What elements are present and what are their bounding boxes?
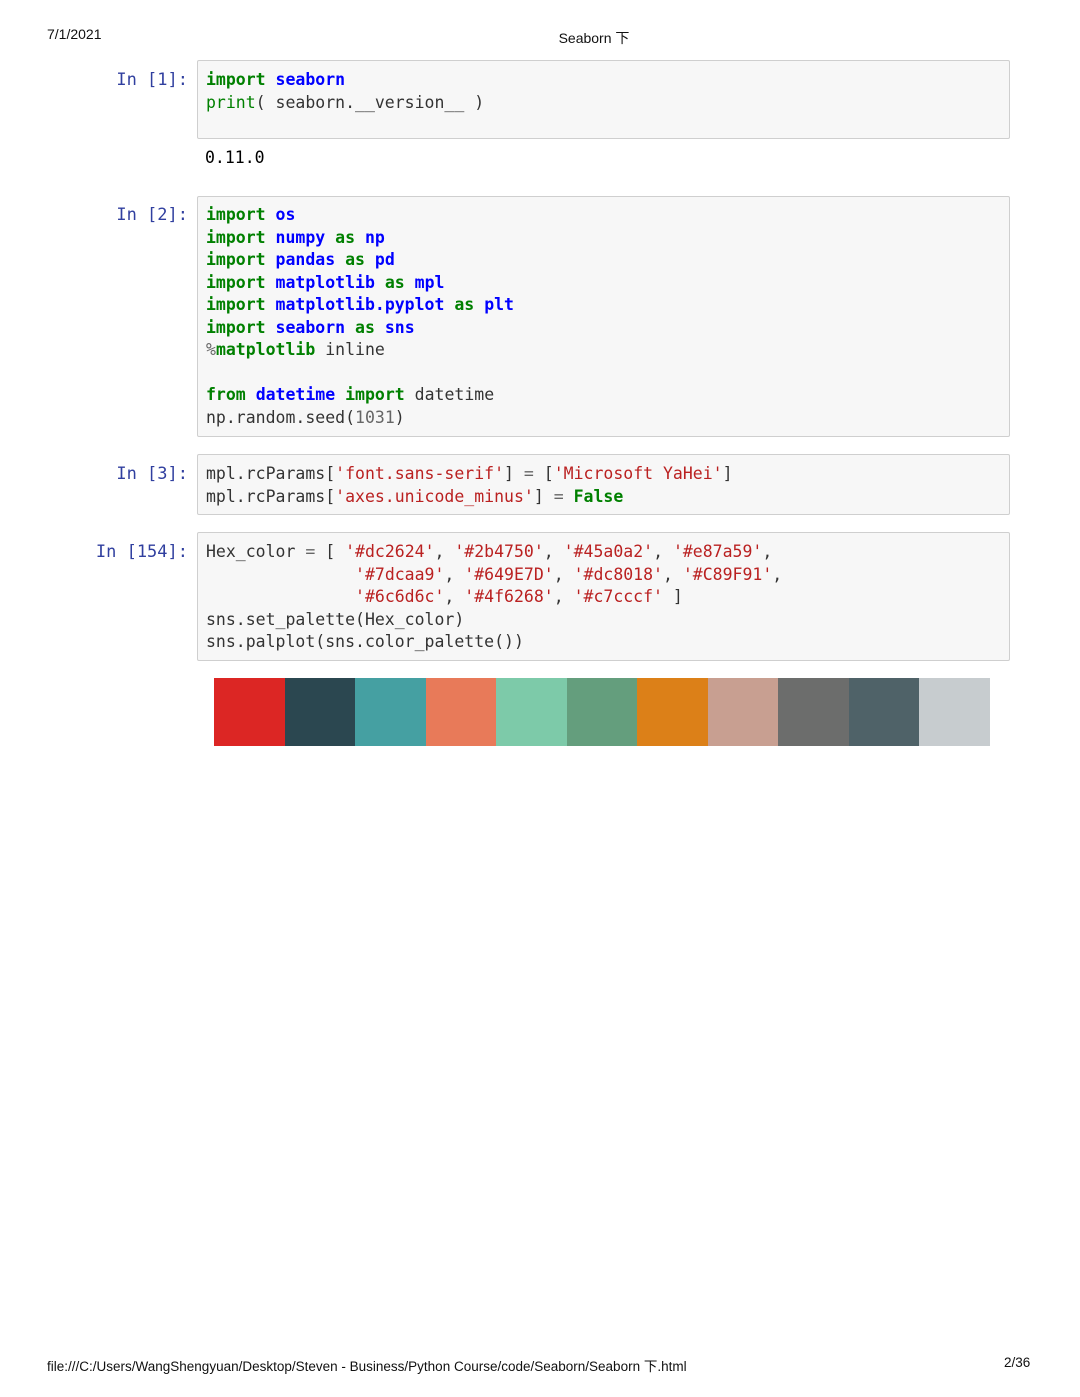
palette-swatch-6 xyxy=(566,678,637,746)
palette-swatch-7 xyxy=(637,678,708,746)
cell-4-prompt: In [154]: xyxy=(95,542,188,562)
cell-1-prompt: In [1]: xyxy=(116,70,188,90)
palette-swatch-8 xyxy=(707,678,778,746)
palette-swatch-1 xyxy=(214,678,285,746)
cell-2-prompt: In [2]: xyxy=(116,205,188,225)
print-page-number: 2/36 xyxy=(1004,1355,1031,1370)
cell-1-output: 0.11.0 xyxy=(205,148,265,167)
palette-swatch-4 xyxy=(425,678,496,746)
cell-2-code[interactable]: import os import numpy as np import pand… xyxy=(206,204,514,429)
print-footer-path: file:///C:/Users/WangShengyuan/Desktop/S… xyxy=(47,1359,687,1374)
palette-swatch-10 xyxy=(848,678,919,746)
cell-3-prompt: In [3]: xyxy=(116,464,188,484)
palette-swatch-3 xyxy=(355,678,426,746)
palette-swatch-5 xyxy=(496,678,567,746)
palette-output xyxy=(214,678,990,746)
palette-swatch-11 xyxy=(919,678,990,746)
print-title: Seaborn 下 xyxy=(558,30,630,46)
cell-1-code[interactable]: import seaborn print( seaborn.__version_… xyxy=(206,69,484,114)
palette-swatch-9 xyxy=(778,678,849,746)
cell-3-code[interactable]: mpl.rcParams['font.sans-serif'] = ['Micr… xyxy=(206,463,733,508)
cell-4-code[interactable]: Hex_color = [ '#dc2624', '#2b4750', '#45… xyxy=(206,541,792,654)
palette-swatch-2 xyxy=(284,678,355,746)
